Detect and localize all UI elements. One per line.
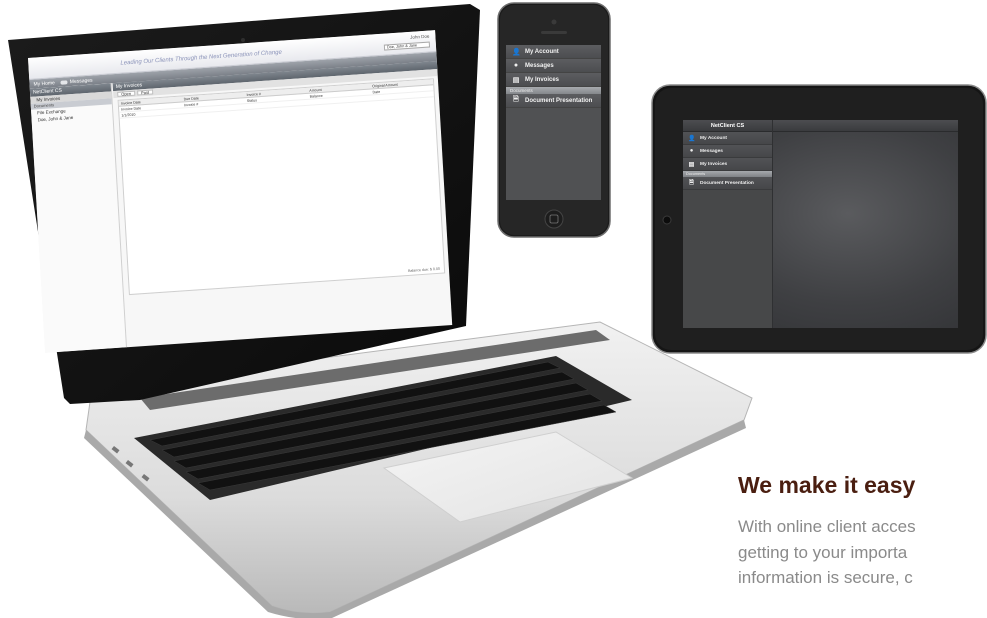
laptop-device: Leading Our Clients Through the Next Gen… (0, 0, 760, 618)
menu-label: Document Presentation (525, 97, 593, 104)
menu-label: My Invoices (700, 161, 728, 167)
balance-due: Balance due: $ 0.00 (407, 266, 441, 273)
tablet-camera (662, 215, 672, 225)
phone-section-documents: Documents (506, 87, 601, 94)
menu-label: My Account (525, 48, 559, 55)
phone-speaker (541, 31, 567, 34)
tablet-menu-messages[interactable]: ● Messages (683, 145, 772, 158)
main-panel: My Invoices Open Paid Invoice Date Due D… (112, 61, 453, 347)
promo-text-line: information is secure, c (738, 568, 913, 587)
phone-screen: 👤 My Account ● Messages ▤ My Invoices Do… (506, 45, 601, 200)
invoice-table: Invoice Date Due Date Invoice # Amount O… (117, 78, 446, 296)
tagline: Leading Our Clients Through the Next Gen… (120, 49, 283, 67)
tab-open[interactable]: Open (117, 90, 136, 97)
promo-text-line: With online client acces (738, 517, 916, 536)
phone-menu-messages[interactable]: ● Messages (506, 59, 601, 73)
document-icon: 🗎 (513, 96, 519, 103)
phone-camera (551, 19, 557, 25)
tablet-menu-my-invoices[interactable]: ▤ My Invoices (683, 158, 772, 171)
person-icon: 👤 (512, 48, 521, 56)
nav-messages-label: Messages (69, 77, 93, 85)
speech-bubble-icon: ● (689, 148, 694, 154)
tablet-device: NetClient CS 👤 My Account ● Messages ▤ M… (651, 84, 987, 356)
tab-paid[interactable]: Paid (136, 89, 154, 96)
user-name[interactable]: John Doe (410, 34, 430, 40)
invoice-icon: ▤ (688, 161, 695, 168)
menu-label: My Account (700, 135, 728, 141)
tablet-screen: NetClient CS 👤 My Account ● Messages ▤ M… (683, 120, 958, 328)
document-icon: 🗎 (689, 180, 694, 186)
tablet-sidebar-header: NetClient CS (683, 120, 772, 132)
phone-menu-document-presentation[interactable]: 🗎 Document Presentation (506, 94, 601, 108)
tablet-menu-document-presentation[interactable]: 🗎 Document Presentation (683, 177, 772, 190)
menu-label: Messages (700, 148, 723, 154)
person-icon: 👤 (688, 135, 696, 142)
home-button (544, 209, 564, 229)
nav-home-label: My Home (33, 79, 56, 88)
speech-bubble-icon: ● (513, 62, 519, 69)
laptop-screen: Leading Our Clients Through the Next Gen… (28, 30, 453, 353)
promo-text-line: getting to your importa (738, 543, 908, 562)
menu-label: My Invoices (525, 76, 560, 83)
phone-device: 👤 My Account ● Messages ▤ My Invoices Do… (497, 2, 611, 238)
menu-label: Document Presentation (700, 180, 754, 186)
nav-home[interactable]: My Home (33, 80, 55, 87)
phone-menu-my-account[interactable]: 👤 My Account (506, 45, 601, 59)
tablet-menu-my-account[interactable]: 👤 My Account (683, 132, 772, 145)
laptop-camera (241, 38, 245, 42)
menu-label: Messages (525, 62, 554, 69)
tablet-detail-header (773, 120, 958, 132)
promo-heading: We make it easy (738, 472, 916, 498)
phone-menu-my-invoices[interactable]: ▤ My Invoices (506, 73, 601, 87)
invoice-icon: ▤ (512, 76, 520, 84)
tablet-sidebar: NetClient CS 👤 My Account ● Messages ▤ M… (683, 120, 773, 328)
sidebar: NetClient CS My Invoices Documents File … (29, 83, 127, 353)
messages-icon (60, 79, 68, 85)
client-selector[interactable]: Doe, John & Jane (383, 41, 431, 51)
